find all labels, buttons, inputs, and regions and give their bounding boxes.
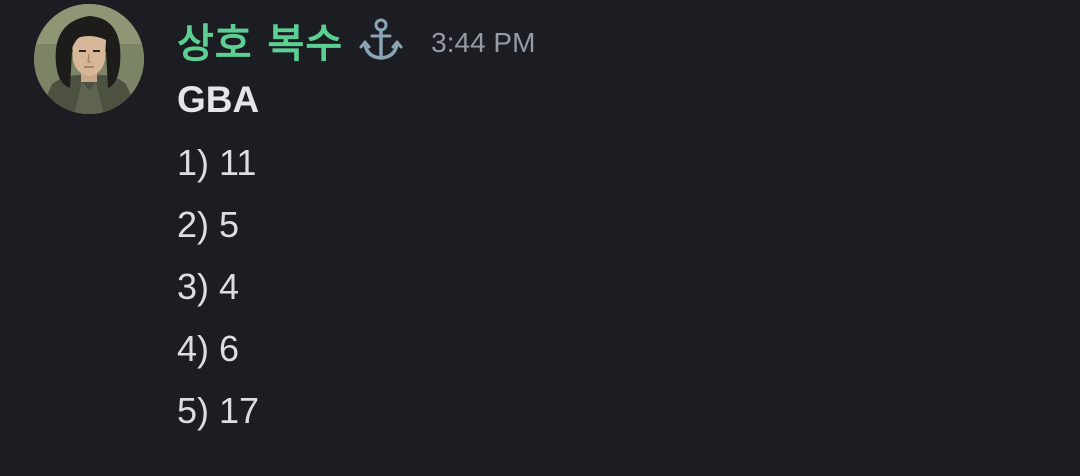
message-timestamp[interactable]: 3:44 PM xyxy=(431,27,535,59)
message-line: 5) 17 xyxy=(177,390,260,431)
anchor-icon[interactable] xyxy=(357,16,405,64)
user-avatar-icon[interactable] xyxy=(34,4,144,114)
message-title: GBA xyxy=(177,79,260,120)
message-line: 2) 5 xyxy=(177,204,240,245)
message-line: 4) 6 xyxy=(177,328,240,369)
message-header: 상호 복수 3:44 PM xyxy=(177,10,535,70)
message-line: 3) 4 xyxy=(177,266,240,307)
chat-message: 상호 복수 3:44 PM GBA 1) 11 2) 5 3) 4 4) 6 5… xyxy=(0,0,1080,476)
message-line: 1) 11 xyxy=(177,142,257,183)
message-content: GBA 1) 11 2) 5 3) 4 4) 6 5) 17 xyxy=(177,74,259,442)
username[interactable]: 상호 복수 xyxy=(177,11,343,69)
